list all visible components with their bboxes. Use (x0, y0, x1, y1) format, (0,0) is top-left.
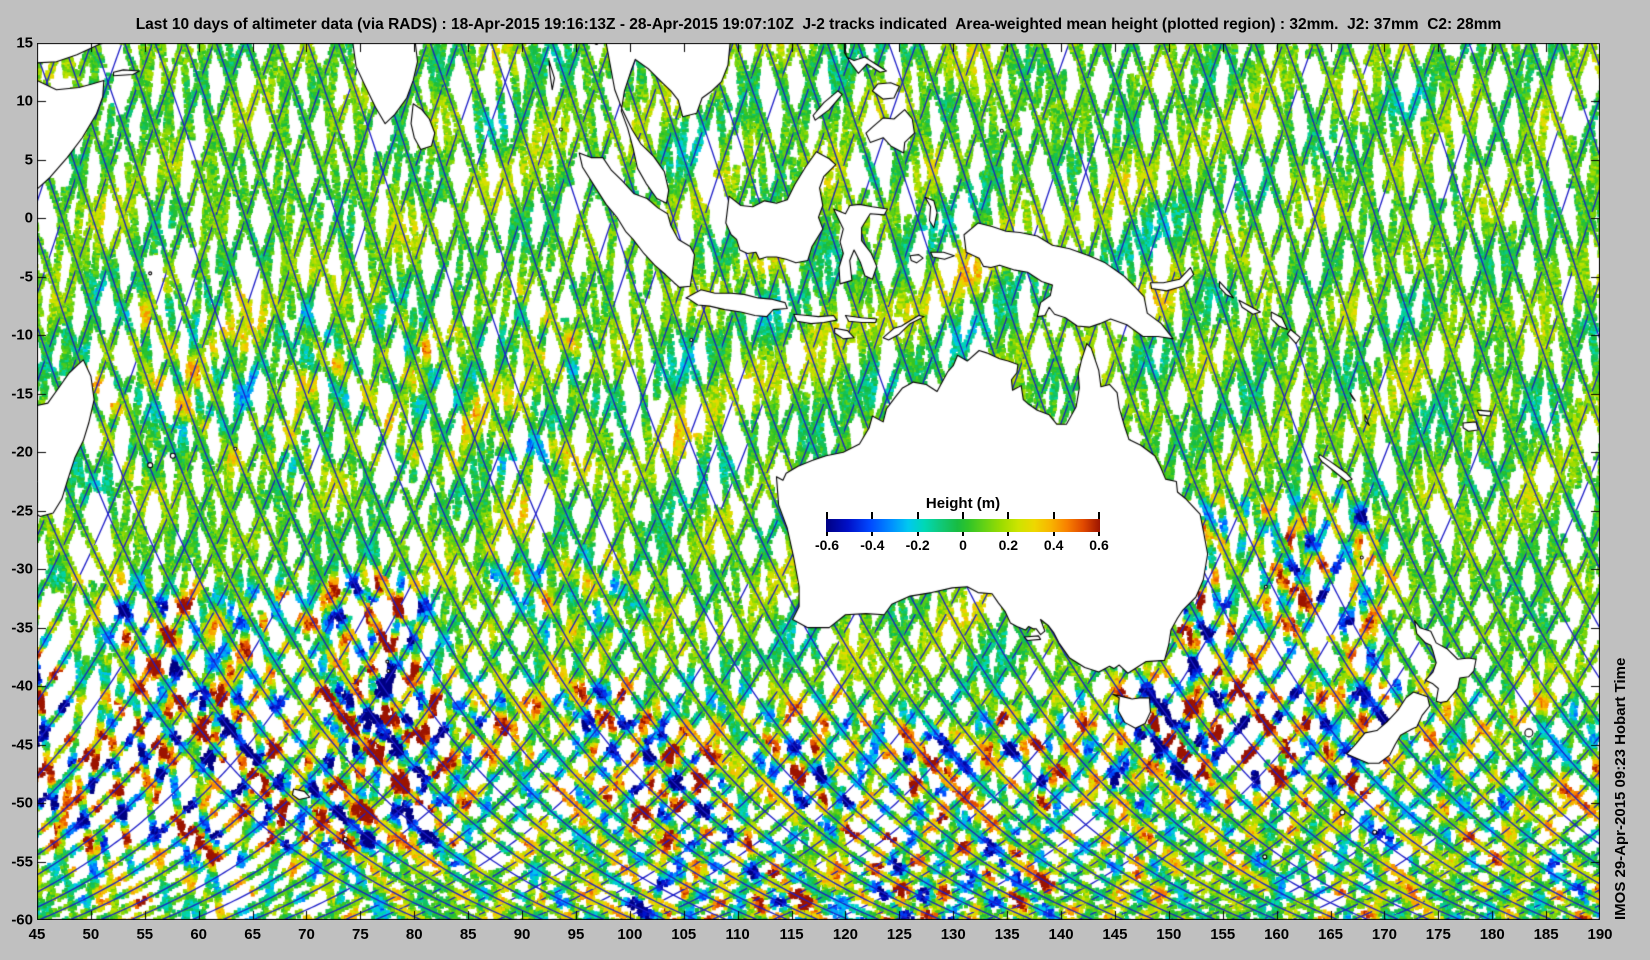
x-tick-label: 140 (1049, 926, 1074, 943)
x-tick-label: 55 (136, 926, 153, 943)
colorbar-tick-label: -0.4 (860, 537, 884, 553)
y-tick-label: -5 (20, 268, 33, 285)
x-tick-label: 105 (671, 926, 696, 943)
colorbar: Height (m) -0.6-0.4-0.200.20.40.6 (826, 495, 1100, 555)
x-tick-label: 165 (1318, 926, 1343, 943)
colorbar-tick (871, 532, 873, 536)
altimeter-track-map-canvas (37, 43, 1600, 920)
colorbar-tick-label: 0.4 (1044, 537, 1063, 553)
x-tick-label: 190 (1587, 926, 1612, 943)
x-tick-label: 110 (726, 926, 750, 943)
timestamp-side-text: IMOS 29-Apr-2015 09:23 Hobart Time (1612, 43, 1629, 920)
x-tick-label: 60 (190, 926, 207, 943)
figure: Last 10 days of altimeter data (via RADS… (0, 0, 1650, 960)
x-tick-label: 180 (1480, 926, 1505, 943)
x-tick-label: 100 (617, 926, 642, 943)
x-tick-label: 160 (1264, 926, 1289, 943)
x-tick-label: 80 (406, 926, 423, 943)
colorbar-tick (962, 532, 964, 536)
y-tick-label: -55 (11, 853, 33, 870)
y-tick-label: -25 (11, 502, 33, 519)
y-tick-label: -40 (11, 678, 33, 695)
map-plot: Height (m) -0.6 -0.4 -0.2 0 0.2 0.4 0.6 (37, 43, 1600, 920)
colorbar-tick (826, 532, 828, 536)
colorbar-tick-label: 0.6 (1089, 537, 1108, 553)
colorbar-tick-label: 0.2 (999, 537, 1018, 553)
y-tick-label: 5 (25, 151, 33, 168)
colorbar-tick (1007, 532, 1009, 536)
y-tick-label: -10 (11, 327, 33, 344)
x-tick-label: 115 (779, 926, 803, 943)
x-tick-label: 85 (460, 926, 477, 943)
colorbar-tick (1053, 532, 1055, 536)
y-tick-label: -30 (11, 561, 33, 578)
x-tick-label: 65 (244, 926, 261, 943)
x-tick-label: 75 (352, 926, 369, 943)
x-tick-label: 45 (29, 926, 46, 943)
x-tick-label: 150 (1156, 926, 1181, 943)
x-tick-label: 125 (887, 926, 912, 943)
x-tick-label: 130 (941, 926, 966, 943)
y-tick-label: 15 (16, 35, 33, 52)
x-tick-label: 185 (1534, 926, 1559, 943)
colorbar-gradient (826, 519, 1100, 532)
x-tick-label: 155 (1210, 926, 1235, 943)
x-tick-label: 135 (995, 926, 1020, 943)
x-tick-label: 70 (298, 926, 315, 943)
y-tick-label: -50 (11, 795, 33, 812)
y-tick-label: 10 (16, 93, 33, 110)
x-tick-label: 120 (833, 926, 858, 943)
y-tick-label: -35 (11, 619, 33, 636)
colorbar-tick-label: -0.6 (815, 537, 839, 553)
x-tick-label: 50 (83, 926, 100, 943)
figure-title: Last 10 days of altimeter data (via RADS… (37, 16, 1600, 34)
y-tick-label: -60 (11, 912, 33, 929)
x-tick-label: 90 (514, 926, 531, 943)
colorbar-tick-label: -0.2 (906, 537, 930, 553)
y-tick-label: -45 (11, 736, 33, 753)
x-tick-label: 145 (1102, 926, 1127, 943)
colorbar-tick (1098, 532, 1100, 536)
colorbar-title: Height (m) (826, 495, 1100, 512)
x-tick-label: 95 (568, 926, 585, 943)
colorbar-tick-label: 0 (959, 537, 967, 553)
y-tick-label: -15 (11, 385, 33, 402)
x-tick-label: 170 (1372, 926, 1397, 943)
y-tick-label: 0 (25, 210, 33, 227)
colorbar-tick (917, 532, 919, 536)
y-tick-label: -20 (11, 444, 33, 461)
x-tick-label: 175 (1426, 926, 1451, 943)
